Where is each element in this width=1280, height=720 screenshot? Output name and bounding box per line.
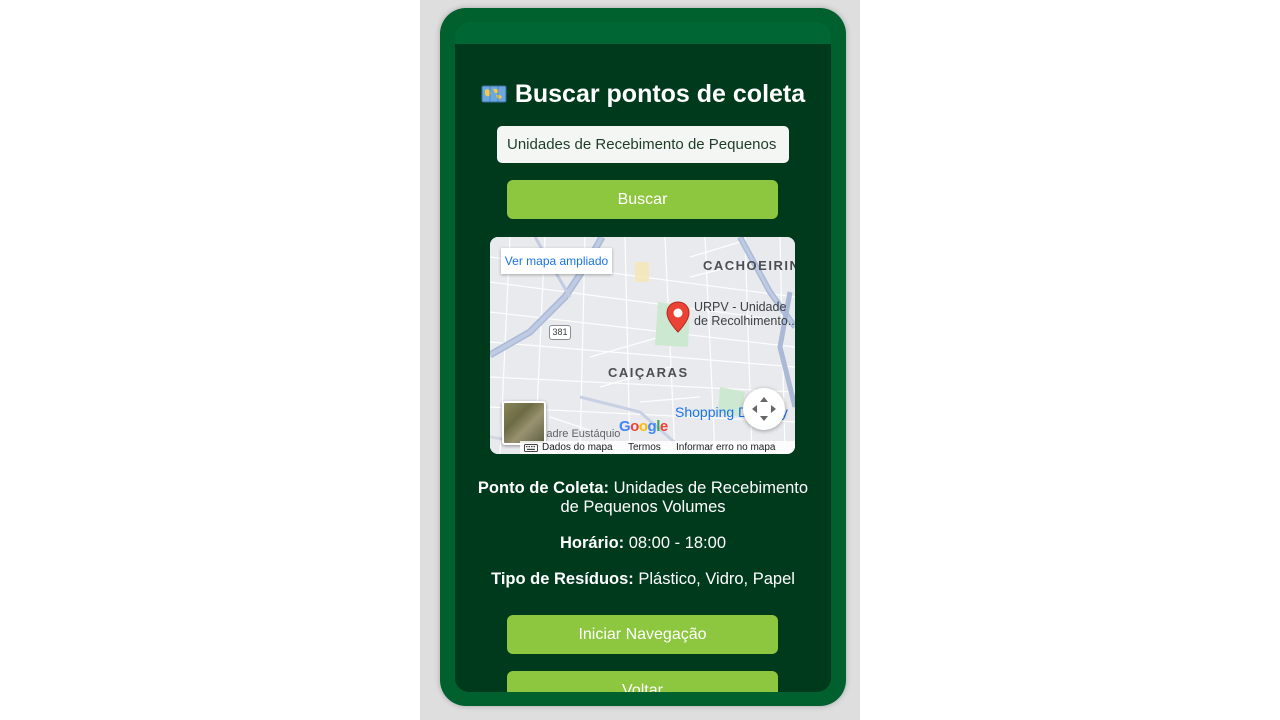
schedule-label: Horário:: [559, 534, 625, 552]
map-terms-link[interactable]: Termos: [628, 441, 661, 454]
map-data-link[interactable]: Dados do mapa: [542, 441, 613, 454]
page-title-text: Buscar pontos de coleta: [514, 80, 806, 108]
schedule-value: 08:00 - 18:00: [628, 534, 726, 552]
google-logo: Google: [619, 418, 668, 435]
map-district-label: CAIÇARAS: [608, 365, 689, 380]
fullscreen-icon: [752, 397, 776, 421]
top-bar: [455, 22, 831, 44]
map-district-label: CACHOEIRINHA: [703, 258, 795, 273]
map-place-line2: de Recolhimento...: [694, 314, 795, 328]
world-map-icon: [481, 85, 507, 103]
collection-point-info: Ponto de Coleta: Unidades de Recebimento…: [455, 479, 831, 517]
waste-type-value: Plástico, Vidro, Papel: [638, 570, 795, 588]
waste-type-label: Tipo de Resíduos:: [491, 570, 634, 588]
fullscreen-button[interactable]: [743, 388, 785, 430]
start-navigation-button[interactable]: Iniciar Navegação: [507, 615, 778, 654]
keyboard-icon[interactable]: [524, 444, 538, 452]
road-number-badge: 381: [549, 325, 571, 340]
waste-type-info: Tipo de Resíduos: Plástico, Vidro, Papel: [455, 570, 831, 589]
map-footer: Dados do mapa Termos Informar erro no ma…: [520, 441, 795, 454]
map-place-label: URPV - Unidade de Recolhimento...: [694, 300, 795, 328]
search-button[interactable]: Buscar: [507, 180, 778, 219]
back-button[interactable]: Voltar: [507, 671, 778, 692]
location-pin-icon[interactable]: [666, 301, 690, 333]
map-place-line1: URPV - Unidade: [694, 300, 787, 314]
satellite-toggle[interactable]: [502, 401, 546, 445]
expand-map-link[interactable]: Ver mapa ampliado: [501, 248, 612, 274]
search-input[interactable]: [497, 126, 789, 163]
embedded-map[interactable]: Ver mapa ampliado CACHOEIRINHA URPV - Un…: [490, 237, 795, 454]
collection-point-label: Ponto de Coleta:: [477, 479, 610, 497]
page-title: Buscar pontos de coleta: [455, 80, 831, 109]
app-screen: Buscar pontos de coleta Buscar: [455, 22, 831, 692]
map-report-link[interactable]: Informar erro no mapa: [676, 441, 776, 454]
phone-frame: Buscar pontos de coleta Buscar: [440, 8, 846, 706]
schedule-info: Horário: 08:00 - 18:00: [455, 534, 831, 553]
